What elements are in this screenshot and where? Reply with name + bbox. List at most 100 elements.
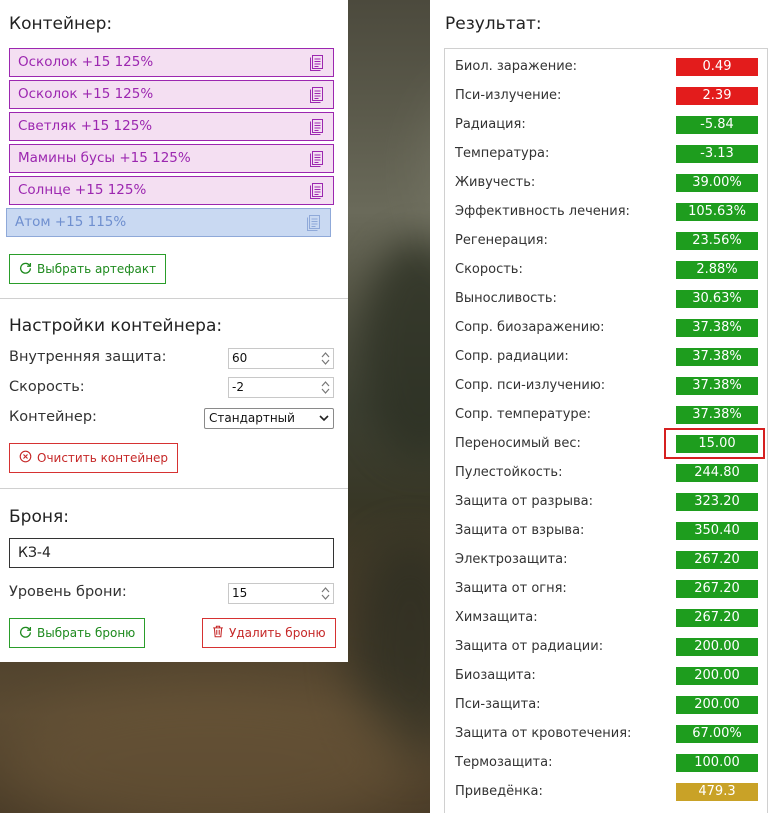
result-row: Электрозащита: 267.20 xyxy=(445,546,767,575)
document-icon[interactable] xyxy=(310,183,323,199)
close-circle-icon xyxy=(19,445,32,473)
document-icon[interactable] xyxy=(310,119,323,135)
result-value-badge: 100.00 xyxy=(676,754,758,772)
delete-armor-label: Удалить броню xyxy=(229,626,326,640)
result-value-badge: 37.38% xyxy=(676,377,758,395)
refresh-icon xyxy=(19,620,32,648)
result-label: Химзащита: xyxy=(455,610,538,625)
result-value-badge: 267.20 xyxy=(676,609,758,627)
container-type-select[interactable]: Стандартный xyxy=(204,408,334,429)
result-value-badge: -3.13 xyxy=(676,145,758,163)
result-value-badge: 350.40 xyxy=(676,522,758,540)
result-row: Скорость: 2.88% xyxy=(445,256,767,285)
artifact-label: Осколок +15 125% xyxy=(18,86,154,102)
document-icon[interactable] xyxy=(310,151,323,167)
artifact-item[interactable]: Мамины бусы +15 125% xyxy=(9,144,334,173)
container-type-value: Стандартный xyxy=(209,411,295,425)
right-panel: Результат: Биол. заражение: 0.49 Пси-излуч… xyxy=(430,0,773,813)
armor-level-label: Уровень брони: xyxy=(9,584,127,600)
result-value-badge: 323.20 xyxy=(676,493,758,511)
document-icon[interactable] xyxy=(310,87,323,103)
armor-name-value: КЗ-4 xyxy=(18,545,51,561)
result-row: Приведёнка: 479.3 xyxy=(445,778,767,807)
result-label: Сопр. радиации: xyxy=(455,349,569,364)
result-label: Температура: xyxy=(455,146,550,161)
result-row: Сопр. пси-излучению: 37.38% xyxy=(445,372,767,401)
select-artifact-label: Выбрать артефакт xyxy=(37,262,157,276)
chevron-down-icon xyxy=(319,415,329,422)
result-row: Термозащита: 100.00 xyxy=(445,749,767,778)
result-value-badge: 37.38% xyxy=(676,319,758,337)
result-row: Защита от взрыва: 350.40 xyxy=(445,517,767,546)
delete-armor-button[interactable]: Удалить броню xyxy=(202,618,336,648)
result-label: Выносливость: xyxy=(455,291,557,306)
result-row: Сопр. температуре: 37.38% xyxy=(445,401,767,430)
result-value-badge: 67.00% xyxy=(676,725,758,743)
refresh-icon xyxy=(19,256,32,284)
speed-value: -2 xyxy=(232,380,244,394)
result-row: Защита от огня: 267.20 xyxy=(445,575,767,604)
result-value-badge: 23.56% xyxy=(676,232,758,250)
result-row: Радиация: -5.84 xyxy=(445,111,767,140)
artifact-label: Мамины бусы +15 125% xyxy=(18,150,191,166)
trash-icon xyxy=(212,620,224,648)
result-row: Биозащита: 200.00 xyxy=(445,662,767,691)
artifact-item[interactable]: Атом +15 115% xyxy=(6,208,331,237)
result-label: Скорость: xyxy=(455,262,523,277)
internal-protection-value: 60 xyxy=(232,351,248,365)
result-label: Переносимый вес: xyxy=(455,436,581,451)
result-label: Пулестойкость: xyxy=(455,465,563,480)
clear-container-label: Очистить контейнер xyxy=(37,451,169,465)
armor-level-input[interactable]: 15 xyxy=(228,583,334,604)
result-row: Пулестойкость: 244.80 xyxy=(445,459,767,488)
result-value-badge: 267.20 xyxy=(676,580,758,598)
result-label: Биозащита: xyxy=(455,668,536,683)
result-value-badge: 200.00 xyxy=(676,638,758,656)
select-artifact-button[interactable]: Выбрать артефакт xyxy=(9,254,167,284)
result-label: Электрозащита: xyxy=(455,552,568,567)
artifact-item[interactable]: Светляк +15 125% xyxy=(9,112,334,141)
result-label: Сопр. пси-излучению: xyxy=(455,378,606,393)
result-row: Биол. заражение: 0.49 xyxy=(445,53,767,82)
result-label: Защита от разрыва: xyxy=(455,494,593,509)
result-value-badge: 200.00 xyxy=(676,667,758,685)
artifact-label: Солнце +15 125% xyxy=(18,182,147,198)
settings-title: Настройки контейнера: xyxy=(9,316,223,336)
result-row: Живучесть: 39.00% xyxy=(445,169,767,198)
result-row: Защита от радиации: 200.00 xyxy=(445,633,767,662)
select-armor-button[interactable]: Выбрать броню xyxy=(9,618,146,648)
divider xyxy=(0,298,348,299)
left-panel: Контейнер: Осколок +15 125% Осколок +15 1… xyxy=(0,0,348,662)
internal-protection-input[interactable]: 60 xyxy=(228,348,334,369)
artifact-item[interactable]: Солнце +15 125% xyxy=(9,176,334,205)
divider xyxy=(0,488,348,489)
spinner-icon[interactable] xyxy=(320,585,331,602)
result-row: Эффективность лечения: 105.63% xyxy=(445,198,767,227)
result-label: Защита от взрыва: xyxy=(455,523,585,538)
armor-name-input[interactable]: КЗ-4 xyxy=(9,538,334,568)
result-row: Защита от разрыва: 323.20 xyxy=(445,488,767,517)
result-label: Сопр. биозаражению: xyxy=(455,320,605,335)
artifact-item[interactable]: Осколок +15 125% xyxy=(9,48,334,77)
result-value-badge: -5.84 xyxy=(676,116,758,134)
internal-protection-label: Внутренняя защита: xyxy=(9,349,167,365)
result-row: Температура: -3.13 xyxy=(445,140,767,169)
spinner-icon[interactable] xyxy=(320,379,331,396)
highlight-box xyxy=(664,428,765,459)
result-value-badge: 37.38% xyxy=(676,406,758,424)
speed-input[interactable]: -2 xyxy=(228,377,334,398)
document-icon[interactable] xyxy=(310,55,323,71)
artifact-label: Атом +15 115% xyxy=(15,214,127,230)
result-label: Регенерация: xyxy=(455,233,548,248)
result-row: Регенерация: 23.56% xyxy=(445,227,767,256)
result-row: Защита от кровотечения: 67.00% xyxy=(445,720,767,749)
speed-label: Скорость: xyxy=(9,379,85,395)
result-label: Радиация: xyxy=(455,117,526,132)
result-label: Защита от огня: xyxy=(455,581,567,596)
spinner-icon[interactable] xyxy=(320,350,331,367)
clear-container-button[interactable]: Очистить контейнер xyxy=(9,443,179,473)
result-value-badge: 0.49 xyxy=(676,58,758,76)
armor-title: Броня: xyxy=(9,507,69,527)
document-icon[interactable] xyxy=(307,215,320,231)
artifact-item[interactable]: Осколок +15 125% xyxy=(9,80,334,109)
